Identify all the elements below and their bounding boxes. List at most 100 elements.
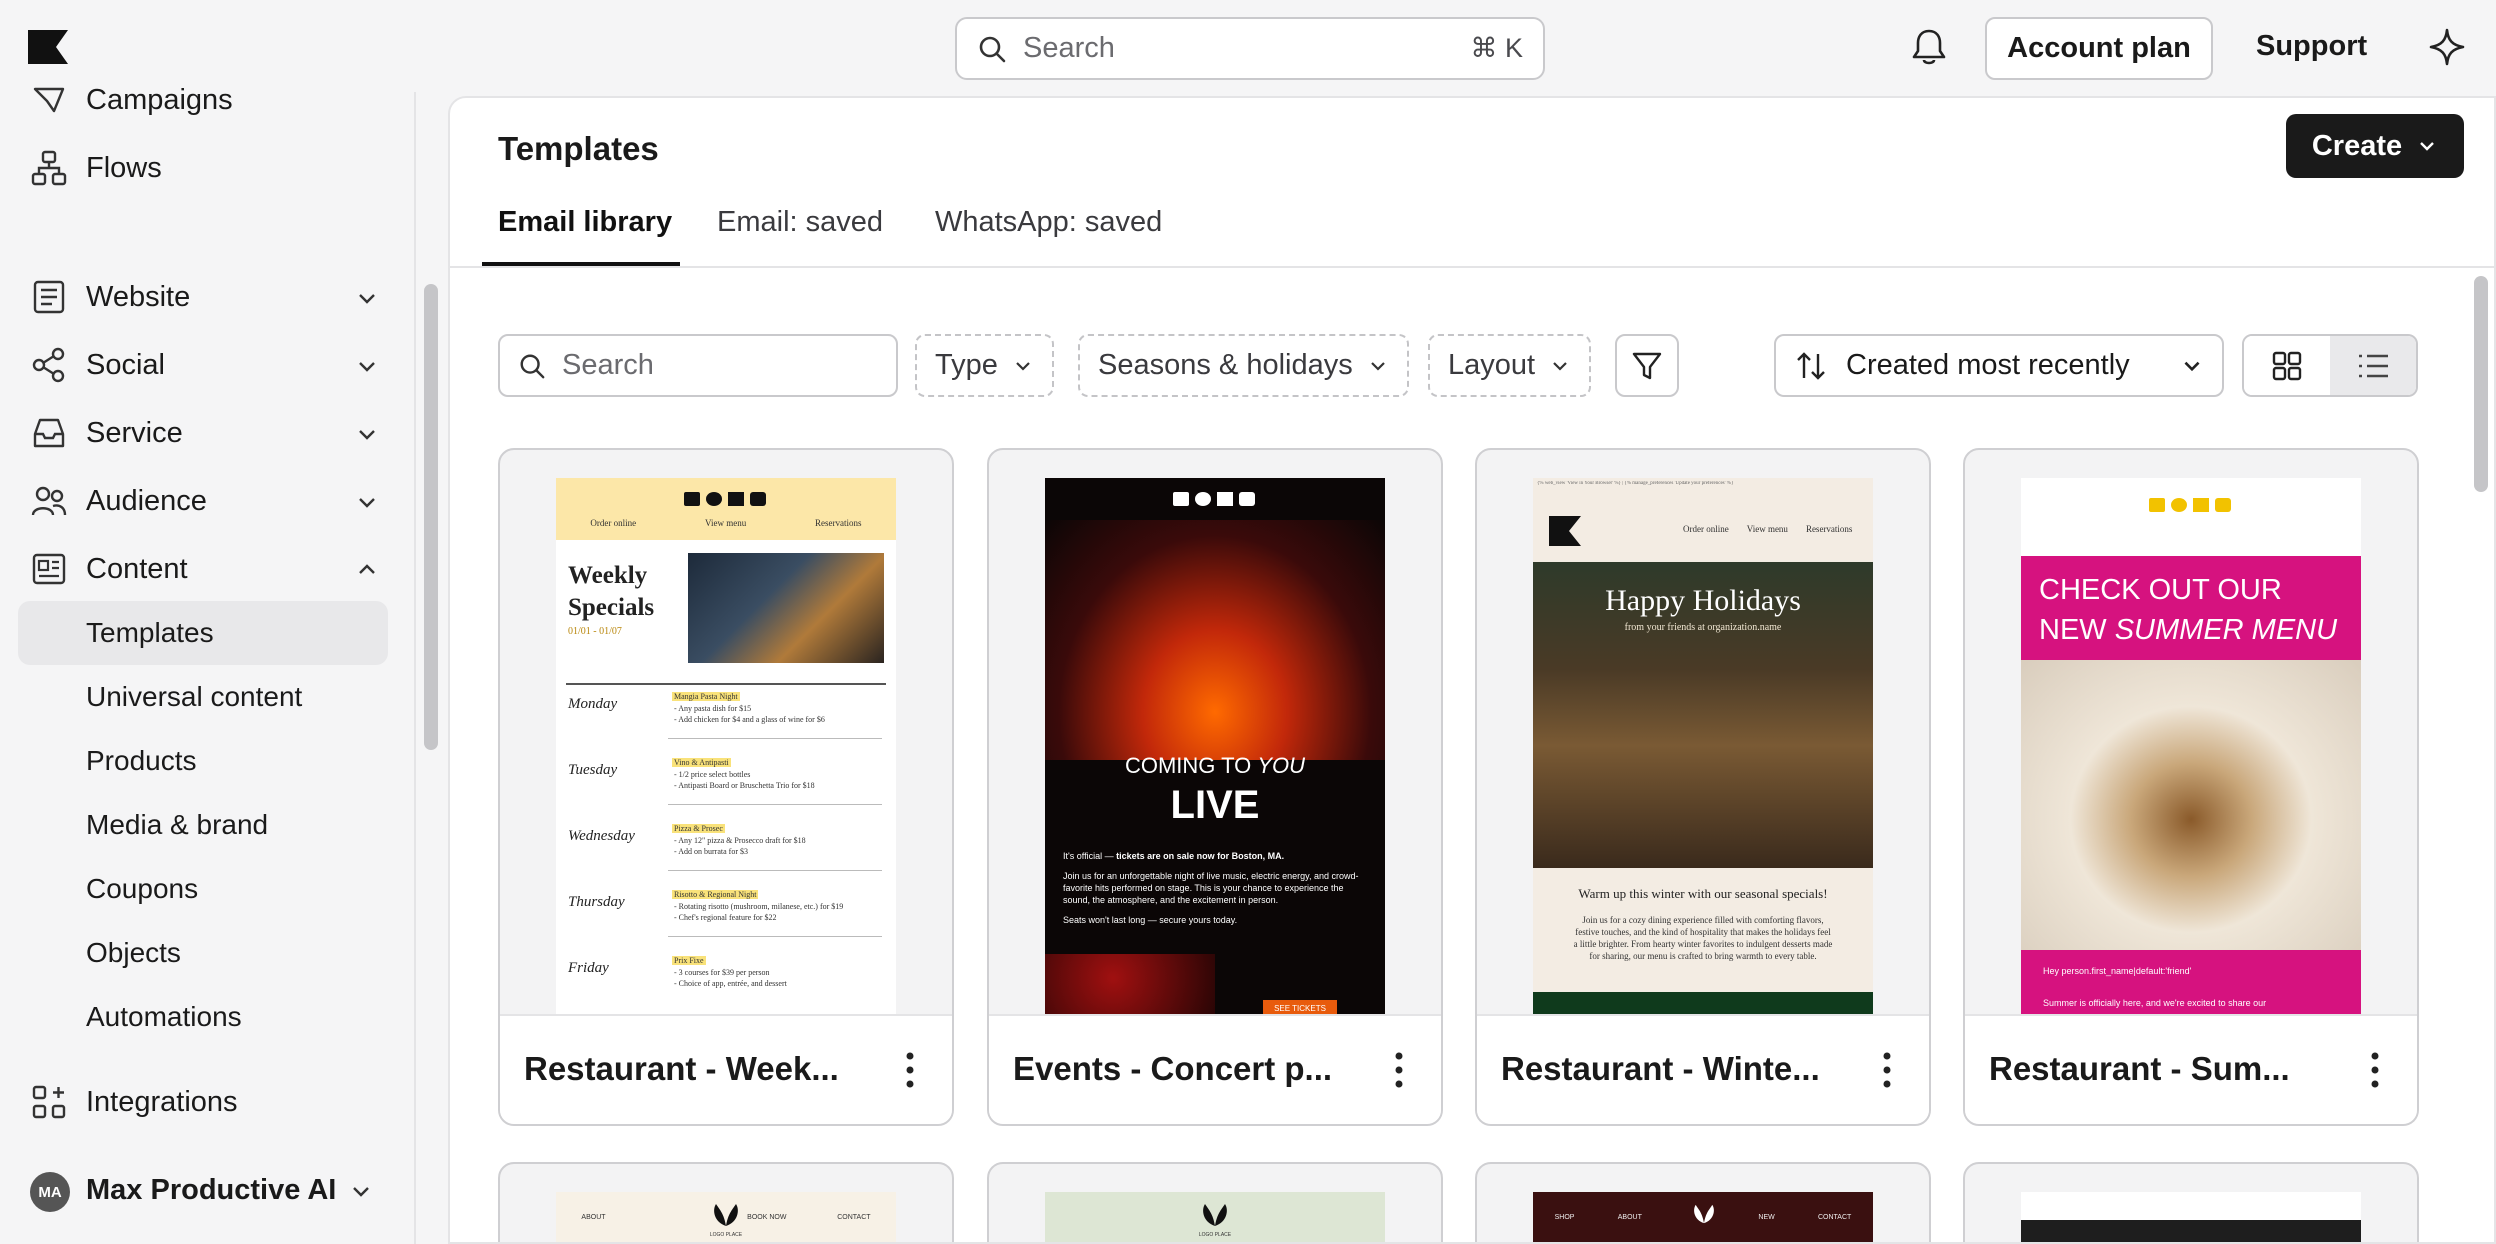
template-card[interactable]: ABOUT BOOK NOW CONTACT LOGO PLACE (498, 1162, 954, 1242)
thumb-headline: Happy Holidays (1605, 584, 1801, 617)
thumb-nav-spacer (656, 1214, 696, 1221)
grid-view-button[interactable] (2244, 336, 2330, 395)
thumb-headline-line1: CHECK OUT OUR (2039, 574, 2282, 606)
view-toggle (2242, 334, 2418, 397)
template-thumbnail: LOGO PLACE (1045, 1192, 1385, 1242)
brand-logo-icon[interactable] (28, 30, 68, 64)
template-card[interactable]: LOGO PLACE (987, 1162, 1443, 1242)
sidebar-item-website[interactable]: Website (30, 269, 380, 325)
more-options-icon[interactable] (1395, 1052, 1403, 1088)
list-view-button[interactable] (2330, 336, 2416, 395)
template-card-events-concert[interactable]: COMING TO YOU LIVE It's official — ticke… (987, 448, 1443, 1126)
account-plan-button[interactable]: Account plan (1985, 17, 2213, 80)
thumb-body: It's official — tickets are on sale now … (1063, 850, 1368, 926)
sidebar-item-social[interactable]: Social (30, 337, 380, 393)
thumb-you-text: YOU (1257, 753, 1306, 778)
template-name: Restaurant - Sum... (1989, 1050, 2290, 1087)
template-card[interactable]: ARCADY (1963, 1162, 2419, 1242)
tab-email-library[interactable]: Email library (498, 206, 672, 239)
sidebar-item-label: Flows (86, 151, 162, 184)
special-line: - Rotating risotto (mushroom, milanese, … (674, 902, 844, 911)
create-button-label: Create (2311, 129, 2403, 162)
sidebar-scrollbar[interactable] (424, 284, 438, 750)
more-options-icon[interactable] (2371, 1052, 2379, 1088)
global-search-input[interactable]: Search ⌘ K (955, 17, 1545, 80)
create-button[interactable]: Create (2286, 114, 2464, 178)
content-scrollbar[interactable] (2474, 276, 2488, 492)
thumb-greeting: Hey person.first_name|default:'friend' (2043, 966, 2192, 976)
thumb-body-bold: tickets are on sale now for Boston, MA. (1116, 851, 1285, 861)
thumb-from: from your friends at organization.name (1624, 622, 1782, 633)
notifications-bell-icon[interactable] (1908, 26, 1950, 68)
thumb-headline-line2: NEW SUMMER MENU (2039, 610, 2337, 650)
avatar[interactable]: MA (30, 1172, 70, 1212)
template-card-restaurant-weekly[interactable]: Order online View menu Reservations Week… (498, 448, 954, 1126)
sidebar-subitem-objects[interactable]: Objects (86, 933, 181, 973)
leaf-logo-icon (1203, 1204, 1227, 1226)
concert-stage-photo (1045, 520, 1385, 760)
sidebar-item-flows[interactable]: Flows (30, 140, 380, 196)
seasons-holidays-filter[interactable]: Seasons & holidays (1078, 334, 1409, 397)
card-footer: Events - Concert p... (989, 1014, 1441, 1124)
chevron-down-icon (359, 362, 375, 372)
sidebar-divider (414, 92, 416, 1244)
filter-label: Type (935, 349, 998, 381)
special-line: - Chef's regional feature for $22 (674, 913, 777, 922)
template-thumbnail: Order online View menu Reservations Week… (556, 478, 896, 1014)
brand-mark-icon (684, 492, 768, 508)
templates-panel: Templates Create Email library Email: sa… (448, 96, 2496, 1244)
thumb-body: Summer is officially here, and we're exc… (2043, 998, 2267, 1008)
sidebar-item-integrations[interactable]: Integrations (30, 1074, 380, 1130)
special-divider (668, 936, 882, 937)
template-card-restaurant-winter[interactable]: {% web_view 'View in Your Browser' %} | … (1475, 448, 1931, 1126)
account-switcher[interactable]: Max Productive AI (86, 1162, 380, 1218)
sidebar-subitem-media-brand[interactable]: Media & brand (86, 805, 268, 845)
layout-filter[interactable]: Layout (1428, 334, 1592, 397)
sidebar-subitem-coupons[interactable]: Coupons (86, 869, 198, 909)
search-shortcut: ⌘ K (1470, 33, 1523, 63)
sort-arrows-icon (1797, 351, 1825, 380)
template-card-restaurant-summer[interactable]: CHECK OUT OUR NEW SUMMER MENU Hey person… (1963, 448, 2419, 1126)
audience-icon (31, 486, 67, 516)
thumb-dates: 01/01 - 01/07 (568, 626, 622, 637)
sidebar-subitem-templates[interactable]: Templates (86, 613, 214, 653)
advanced-filter-button[interactable] (1615, 334, 1679, 397)
special-day: Wednesday (568, 828, 635, 844)
template-search-input[interactable]: Search (498, 334, 898, 397)
sort-label: Created most recently (1846, 349, 2130, 381)
special-line: - Antipasti Board or Bruschetta Trio for… (674, 781, 815, 790)
thumb-topline: {% web_view 'View in Your Browser' %} | … (1537, 481, 1734, 486)
sidebar-item-content[interactable]: Content (30, 541, 380, 597)
special-line: - Any 12" pizza & Prosecco draft for $18 (674, 836, 806, 845)
sidebar-subitem-products[interactable]: Products (86, 741, 197, 781)
sidebar-subitem-universal-content[interactable]: Universal content (86, 677, 302, 717)
sidebar-subitem-automations[interactable]: Automations (86, 997, 242, 1037)
tab-whatsapp-saved[interactable]: WhatsApp: saved (935, 206, 1162, 239)
sidebar-item-label: Content (86, 552, 188, 585)
special-line: - Add on burrata for $3 (674, 847, 748, 856)
special-title: Pizza & Prosec (672, 824, 725, 833)
special-title: Mangia Pasta Night (672, 692, 740, 701)
special-title: Vino & Antipasti (672, 758, 731, 767)
template-card[interactable]: SHOP ABOUT NEW CONTACT (1475, 1162, 1931, 1242)
thumb-headline-new: NEW (2039, 614, 2115, 646)
thumb-nav-item: Reservations (1805, 524, 1853, 534)
sidebar-item-campaigns[interactable]: Campaigns (30, 72, 380, 128)
sidebar-item-service[interactable]: Service (30, 405, 380, 461)
special-day: Friday (568, 960, 609, 976)
more-options-icon[interactable] (1883, 1052, 1891, 1088)
integrations-icon (32, 1085, 66, 1119)
ai-sparkle-icon[interactable] (2426, 26, 2468, 68)
thumb-nav-item: ABOUT (581, 1214, 606, 1221)
tab-email-saved[interactable]: Email: saved (717, 206, 883, 239)
chevron-down-icon (2184, 361, 2200, 371)
support-link[interactable]: Support (2256, 30, 2367, 63)
concert-crowd-photo (1045, 954, 1215, 1014)
more-options-icon[interactable] (906, 1052, 914, 1088)
type-filter[interactable]: Type (915, 334, 1054, 397)
sort-dropdown[interactable]: Created most recently (1774, 334, 2224, 397)
filter-label: Layout (1448, 349, 1536, 381)
see-tickets-cta: SEE TICKETS (1263, 1000, 1337, 1014)
sidebar-item-audience[interactable]: Audience (30, 473, 380, 529)
template-thumbnail: ABOUT BOOK NOW CONTACT LOGO PLACE (556, 1192, 896, 1242)
